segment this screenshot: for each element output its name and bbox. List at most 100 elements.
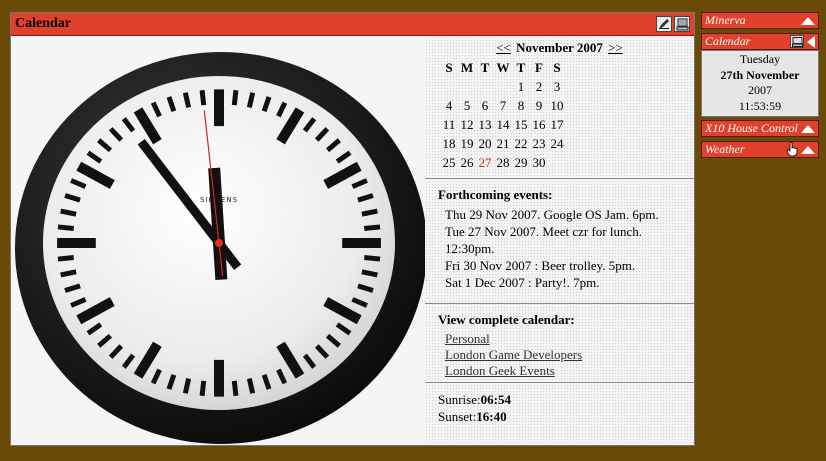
- calendar-summary: Tuesday 27th November 2007 11:53:59: [701, 50, 819, 117]
- window-title: Calendar: [15, 16, 71, 31]
- calendar-empty-cell: [494, 77, 512, 96]
- clock-center: [215, 239, 223, 247]
- calendar-day[interactable]: 18: [440, 134, 458, 153]
- calendar-day[interactable]: 2: [530, 77, 548, 96]
- weekday-header: F: [535, 59, 543, 75]
- calendar-day[interactable]: 14: [494, 115, 512, 134]
- sunset-row: Sunset:16:40: [438, 408, 694, 425]
- sunrise-time: 06:54: [480, 392, 511, 407]
- calendar-links: Personal London Game Developers London Gee…: [425, 331, 694, 379]
- x10-label: X10 House Control: [705, 121, 798, 135]
- calendar-day[interactable]: 13: [476, 115, 494, 134]
- sunset-label: Sunset:: [438, 409, 477, 424]
- calendar-day[interactable]: 23: [530, 134, 548, 153]
- calendar-day[interactable]: 21: [494, 134, 512, 153]
- divider: [425, 178, 694, 179]
- current-date: 27th November: [720, 67, 800, 82]
- calendar-day[interactable]: 3: [548, 77, 566, 96]
- calendar-day[interactable]: 5: [458, 96, 476, 115]
- expand-left-icon[interactable]: [807, 35, 815, 48]
- weekday-header: T: [480, 59, 490, 75]
- divider: [425, 303, 694, 304]
- calendar-day[interactable]: 12: [458, 115, 476, 134]
- current-time: 11:53:59: [738, 98, 782, 113]
- calendar-empty-cell: [548, 153, 566, 172]
- calendar-day[interactable]: 16: [530, 115, 548, 134]
- next-month-link[interactable]: >>: [608, 40, 623, 55]
- collapse-up-icon[interactable]: [801, 124, 815, 133]
- calendar-week: 25 26 27 28 29 30: [440, 153, 566, 172]
- month-navigation: << November 2007 >>: [425, 40, 694, 56]
- weather-title-bar[interactable]: Weather: [701, 141, 819, 158]
- minute-marker: [57, 224, 74, 231]
- calendar-day[interactable]: 10: [548, 96, 566, 115]
- sunset-time: 16:40: [476, 409, 507, 424]
- x10-title-bar[interactable]: X10 House Control: [701, 120, 819, 137]
- x10-widget: X10 House Control: [701, 120, 819, 137]
- weekday-header: M: [460, 59, 474, 75]
- calendar-day[interactable]: 6: [476, 96, 494, 115]
- calendar-day[interactable]: 28: [494, 153, 512, 172]
- calendar-link[interactable]: Personal: [445, 331, 694, 347]
- calendar-day[interactable]: 19: [458, 134, 476, 153]
- month-calendar: SMTWTFS 1 2 3 4 5 6 7 8 9 10 11 12 13 14 15 16 17 18 19 20 2…: [440, 58, 566, 172]
- weather-widget: Weather: [701, 141, 819, 158]
- computer-icon[interactable]: [790, 35, 804, 48]
- minute-marker: [246, 378, 256, 394]
- collapse-up-icon[interactable]: [801, 145, 815, 154]
- calendar-week: 18 19 20 21 22 23 24: [440, 134, 566, 153]
- hand-pointer-icon: [786, 142, 799, 157]
- minute-marker: [182, 378, 192, 394]
- calendar-day[interactable]: 7: [494, 96, 512, 115]
- minute-marker: [57, 255, 74, 262]
- calendar-day[interactable]: 26: [458, 153, 476, 172]
- calendar-widget-title-bar[interactable]: Calendar: [701, 33, 819, 50]
- computer-icon[interactable]: [674, 16, 690, 32]
- sunrise-label: Sunrise:: [438, 392, 481, 407]
- calendar-day[interactable]: 20: [476, 134, 494, 153]
- calendar-link[interactable]: London Game Developers: [445, 347, 694, 363]
- events-title: Forthcoming events:: [438, 187, 553, 202]
- calendar-day[interactable]: 1: [512, 77, 530, 96]
- sunrise-row: Sunrise:06:54: [438, 391, 694, 408]
- calendar-day[interactable]: 11: [440, 115, 458, 134]
- calendar-day[interactable]: 17: [548, 115, 566, 134]
- event-item: Tue 27 Nov 2007. Meet czr for lunch. 12:…: [445, 224, 643, 256]
- collapse-up-icon[interactable]: [801, 16, 815, 25]
- events-list: Thu 29 Nov 2007. Google OS Jam. 6pm. Tue …: [425, 206, 694, 291]
- minute-marker: [60, 269, 77, 278]
- calendar-day[interactable]: 30: [530, 153, 548, 172]
- clock-image: SIEMENS: [11, 36, 427, 445]
- minute-marker: [199, 380, 207, 397]
- minerva-widget: Minerva: [701, 12, 819, 29]
- calendar-week: 4 5 6 7 8 9 10: [440, 96, 566, 115]
- complete-calendar-title: View complete calendar:: [438, 312, 575, 327]
- calendar-widget: Calendar Tuesday 27th November 2007 11:5…: [701, 33, 819, 117]
- minute-marker: [231, 380, 239, 397]
- minute-marker: [361, 269, 378, 278]
- calendar-day[interactable]: 9: [530, 96, 548, 115]
- calendar-week: 11 12 13 14 15 16 17: [440, 115, 566, 134]
- calendar-day-today[interactable]: 27: [476, 153, 494, 172]
- calendar-day[interactable]: 8: [512, 96, 530, 115]
- minute-marker: [361, 208, 378, 217]
- calendar-empty-cell: [458, 77, 476, 96]
- minute-marker: [231, 89, 239, 106]
- minute-marker: [60, 208, 77, 217]
- minerva-title-bar[interactable]: Minerva: [701, 12, 819, 29]
- calendar-week: 123: [440, 77, 566, 96]
- minute-marker: [199, 89, 207, 106]
- calendar-day[interactable]: 15: [512, 115, 530, 134]
- calendar-empty-cell: [476, 77, 494, 96]
- prev-month-link[interactable]: <<: [496, 40, 511, 55]
- calendar-day[interactable]: 24: [548, 134, 566, 153]
- weekday-header: T: [516, 59, 526, 75]
- calendar-day[interactable]: 4: [440, 96, 458, 115]
- day-name: Tuesday: [739, 52, 781, 66]
- calendar-day[interactable]: 29: [512, 153, 530, 172]
- calendar-day[interactable]: 22: [512, 134, 530, 153]
- calendar-day[interactable]: 25: [440, 153, 458, 172]
- pen-icon[interactable]: [656, 16, 672, 32]
- calendar-link[interactable]: London Geek Events: [445, 363, 694, 379]
- weekday-header: S: [445, 59, 453, 75]
